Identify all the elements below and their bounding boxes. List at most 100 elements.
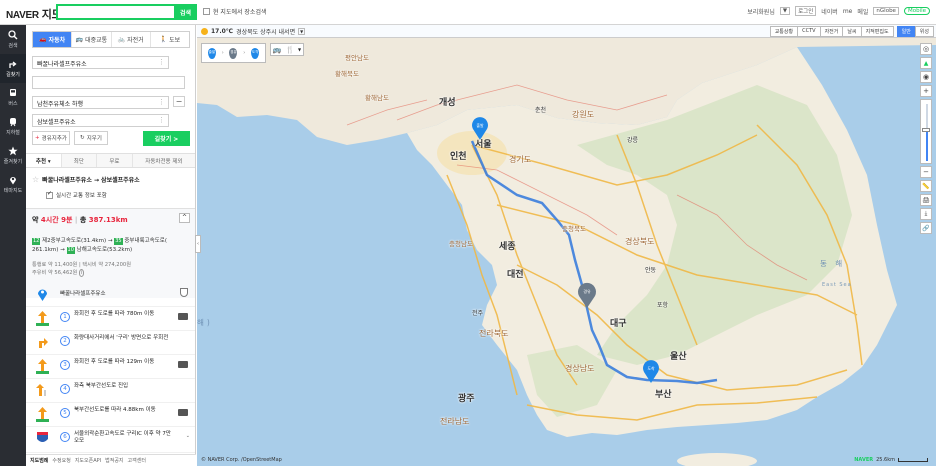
straight-arrow-icon bbox=[36, 359, 49, 374]
zoom-out-button[interactable]: − bbox=[920, 166, 932, 178]
layer-cctv[interactable]: CCTV bbox=[797, 26, 821, 37]
user-name[interactable]: 보리화원님 bbox=[747, 7, 775, 16]
fuel-cost: 주유비 약 56,462원 bbox=[32, 270, 78, 276]
step-2[interactable]: 2 화량대사거리에서 '구리' 방면으로 우회전 bbox=[26, 331, 195, 355]
view-search-option[interactable]: 현 지도에서 장소검색 bbox=[203, 7, 267, 16]
map-label-east-sea: 동 해 bbox=[820, 259, 846, 268]
search-input[interactable] bbox=[56, 4, 174, 20]
search-button[interactable]: 검색 bbox=[174, 4, 197, 20]
road-number-badge: 10 bbox=[66, 247, 75, 254]
map-label-chungbuk: 충청북도 bbox=[562, 225, 586, 233]
drag-handle-icon[interactable]: ⋮ bbox=[158, 116, 165, 124]
map-label-sejong: 세종 bbox=[499, 242, 516, 252]
mobile-link[interactable]: Mobile bbox=[903, 7, 930, 15]
map-canvas[interactable]: 경유 출발 도착 평안남도 황해북도 황해남도 개성 춘천 강원도 인천 서울 … bbox=[197, 25, 936, 466]
mode-transit[interactable]: 🚌 대중교통 bbox=[72, 32, 112, 47]
expand-step-icon[interactable]: ⌄ bbox=[186, 433, 190, 439]
bus-stop-icon[interactable]: 🚌 bbox=[273, 46, 282, 54]
save-button[interactable]: ⤓ bbox=[920, 208, 932, 220]
share-button[interactable]: 🔗 bbox=[920, 222, 932, 234]
layer-normal[interactable]: 일반 bbox=[896, 26, 916, 37]
route-pin-strip: 출발 › 경유 › 도착 bbox=[201, 43, 266, 63]
step-start[interactable]: 빠꿀나라셀프주유소 bbox=[26, 283, 195, 307]
mode-car[interactable]: 🚗 자동차 bbox=[33, 32, 73, 47]
nav-theme-map[interactable]: 테마지도 bbox=[0, 170, 26, 199]
star-icon bbox=[8, 146, 18, 156]
footer-support[interactable]: 고객센터 bbox=[128, 457, 146, 464]
chevron-down-icon[interactable]: ▼ bbox=[298, 28, 306, 35]
step-5[interactable]: 5 북부간선도로를 따라 4.88km 이동 bbox=[26, 403, 195, 427]
step-6[interactable]: 6 서울외곽순환고속도로 구리IC 이후 약 7만 오모 ⌄ bbox=[26, 427, 195, 453]
nav-favorites[interactable]: 즐겨찾기 bbox=[0, 141, 26, 170]
footer-legend[interactable]: 지도범례 bbox=[30, 457, 48, 464]
realtime-traffic-option[interactable]: ✓ 실시간 교통 정보 포함 bbox=[46, 190, 107, 199]
zoom-slider-handle[interactable] bbox=[922, 127, 930, 132]
car-icon: 🚗 bbox=[39, 36, 47, 43]
add-via-button[interactable]: + 경유지추가 bbox=[32, 131, 70, 145]
map-toolbar: 17.0℃ 경상북도 상주시 내서면 ▼ 교통상황 CCTV 자전거 날씨 지적… bbox=[197, 25, 936, 38]
step-4[interactable]: 4 좌측 북부간선도로 진입 bbox=[26, 379, 195, 403]
nav-bus[interactable]: 버스 bbox=[0, 83, 26, 112]
collapse-button[interactable]: ^ bbox=[179, 213, 190, 223]
drag-handle-icon[interactable]: ⋮ bbox=[158, 98, 165, 106]
layer-satellite[interactable]: 위성 bbox=[914, 26, 934, 37]
nglobe-link[interactable]: nGlobe bbox=[873, 7, 899, 15]
tab-shortest[interactable]: 최단 bbox=[62, 154, 98, 167]
zoom-in-button[interactable]: + bbox=[920, 85, 932, 97]
me-link[interactable]: me bbox=[843, 8, 853, 15]
clear-button[interactable]: ↻ 지우기 bbox=[74, 131, 108, 145]
naver-map-logo[interactable]: NAVER 지도 bbox=[6, 6, 62, 22]
remove-via-button[interactable]: − bbox=[173, 96, 185, 107]
map-label-pohang: 포항 bbox=[657, 302, 669, 309]
nav-directions[interactable]: 길찾기 bbox=[0, 54, 26, 83]
road-segment-2b: 261.1km) → bbox=[32, 247, 65, 253]
find-route-button[interactable]: 길찾기 > bbox=[143, 131, 190, 146]
nav-subway[interactable]: 지하철 bbox=[0, 112, 26, 141]
tab-exclude-motorway[interactable]: 자동차전용 제외 bbox=[133, 154, 195, 167]
print-button[interactable]: 🖨 bbox=[920, 194, 932, 206]
layer-weather[interactable]: 날씨 bbox=[842, 26, 862, 37]
zoom-slider[interactable] bbox=[920, 99, 932, 164]
tab-recommended[interactable]: 추천 ▾ bbox=[26, 154, 62, 167]
camera-icon bbox=[178, 409, 188, 416]
location-button[interactable]: ◉ bbox=[920, 71, 932, 83]
amenities-icon[interactable]: 🍴 bbox=[285, 46, 294, 54]
end-pin-label: 도착 bbox=[647, 365, 655, 371]
weather-info[interactable]: 17.0℃ 경상북도 상주시 내서면 ▼ bbox=[201, 27, 306, 36]
mode-bicycle[interactable]: 🚲 자전거 bbox=[112, 32, 151, 47]
view-search-label: 현 지도에서 장소검색 bbox=[213, 9, 267, 16]
end-field[interactable]: 삼보셀프주유소 ⋮ bbox=[32, 114, 169, 127]
mode-bicycle-label: 자전거 bbox=[127, 37, 144, 44]
start-field-value: 빠꿀나라셀프주유소 bbox=[37, 61, 87, 68]
chevron-down-icon[interactable]: ▼ bbox=[298, 47, 301, 52]
layer-traffic[interactable]: 교통상황 bbox=[769, 26, 799, 37]
start-field[interactable]: 빠꿀나라셀프주유소 ⋮ bbox=[32, 56, 169, 69]
measure-button[interactable]: 📏 bbox=[920, 180, 932, 192]
footer-legal[interactable]: 법적공지 bbox=[105, 457, 123, 464]
drag-handle-icon[interactable]: ⋮ bbox=[158, 58, 165, 66]
map-street-button[interactable]: ▲ bbox=[920, 57, 932, 69]
shield-icon bbox=[180, 288, 188, 297]
nav-search[interactable]: 검색 bbox=[0, 25, 26, 54]
user-menu-toggle[interactable]: ▼ bbox=[779, 7, 791, 15]
realtime-checkbox[interactable]: ✓ bbox=[46, 190, 53, 199]
plus-icon: + bbox=[923, 87, 929, 95]
login-link[interactable]: 로그인 bbox=[795, 6, 817, 16]
footer-api[interactable]: 지도오픈API bbox=[75, 457, 101, 464]
collapse-panel-button[interactable]: ‹ bbox=[195, 235, 201, 253]
mode-walk[interactable]: 🚶 도보 bbox=[151, 32, 189, 47]
layer-cadastral[interactable]: 지적편집도 bbox=[860, 26, 894, 37]
mail-link[interactable]: 메일 bbox=[857, 7, 868, 16]
view-search-checkbox[interactable] bbox=[203, 8, 210, 15]
footer-report[interactable]: 수정요청 bbox=[52, 457, 70, 464]
layer-bicycle[interactable]: 자전거 bbox=[819, 26, 844, 37]
step-1[interactable]: 1 좌회전 후 도로를 따라 780m 이동 bbox=[26, 307, 195, 331]
map-label-daejeon: 대전 bbox=[507, 270, 524, 280]
tab-free[interactable]: 무료 bbox=[97, 154, 133, 167]
step-3[interactable]: 3 좌회전 후 도로를 따라 129m 이동 bbox=[26, 355, 195, 379]
naver-link[interactable]: 네이버 bbox=[821, 7, 838, 16]
star-outline-icon[interactable]: ☆ bbox=[32, 175, 39, 184]
via-field[interactable]: 남천주유체소 하행 ⋮ bbox=[32, 96, 169, 109]
compass-button[interactable]: ◎ bbox=[920, 43, 932, 55]
info-icon[interactable]: i bbox=[78, 269, 85, 277]
